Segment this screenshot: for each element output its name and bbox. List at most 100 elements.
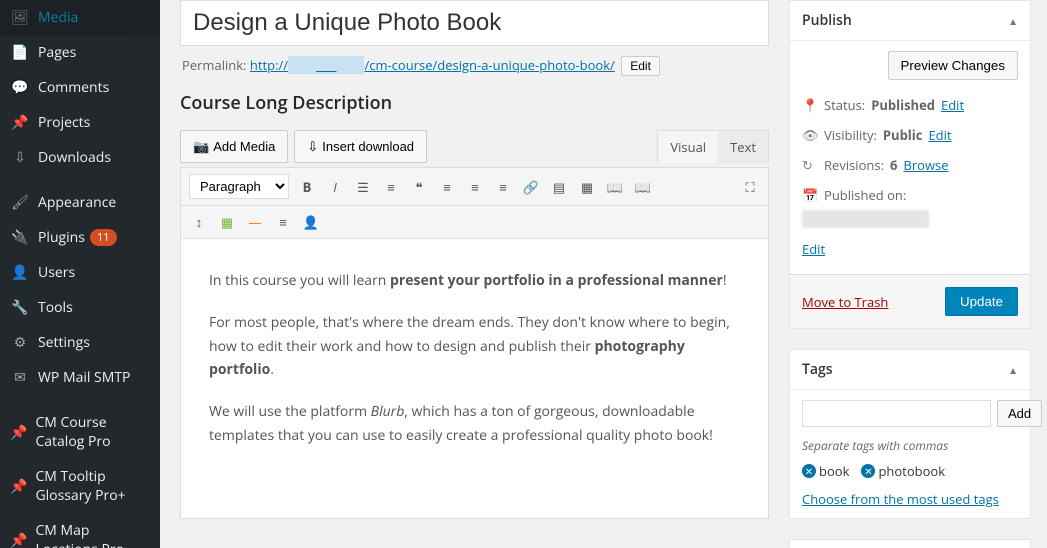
sidebar-item-plugins[interactable]: 🔌 Plugins 11	[0, 220, 160, 255]
sidebar-item-cm-tooltip[interactable]: 📌 CM Tooltip Glossary Pro+	[0, 459, 160, 513]
sidebar-item-label: Users	[38, 263, 75, 282]
editor-tab-visual[interactable]: Visual	[658, 131, 718, 163]
bold-button[interactable]: B	[297, 177, 317, 197]
sort-icon[interactable]: ↕	[189, 212, 209, 232]
eye-icon: 👁	[802, 126, 818, 144]
caret-up-icon: ▲	[1008, 363, 1018, 377]
sidebar-item-tools[interactable]: 🔧Tools	[0, 290, 160, 325]
sidebar-item-settings[interactable]: ⚙ Settings	[0, 325, 160, 360]
sidebar-item-pages[interactable]: 📄 Pages	[0, 35, 160, 70]
publish-heading[interactable]: Publish▲	[790, 1, 1030, 41]
fullscreen-button[interactable]: ⛶	[740, 177, 760, 197]
sidebar-item-label: Downloads	[38, 148, 111, 167]
mail-icon: ✉	[10, 368, 30, 387]
more-tag-button[interactable]: ▤	[549, 177, 569, 197]
move-to-trash-link[interactable]: Move to Trash	[802, 293, 888, 311]
downloads-icon: ⇩	[10, 148, 30, 167]
remove-tag-icon[interactable]: ✕	[802, 464, 816, 478]
preview-changes-button[interactable]: Preview Changes	[888, 51, 1018, 80]
admin-sidebar: 🖼Media 📄 Pages 💬Comments 📌Projects ⇩ Downl…	[0, 0, 160, 548]
edit-date-link[interactable]: Edit	[802, 240, 825, 258]
bullet-list-button[interactable]: ☰	[353, 177, 373, 197]
main-content: Permalink: http://xxx/cm-course/design-a…	[160, 0, 789, 548]
tags-metabox: Tags▲ Add Separate tags with commas ✕boo…	[789, 349, 1031, 519]
format-select[interactable]: Paragraph	[189, 174, 289, 199]
tag-input[interactable]	[802, 400, 991, 427]
sliders-icon: ⚙	[10, 333, 30, 352]
plug-icon: 🔌	[10, 228, 30, 247]
content-editor[interactable]: In this course you will learn present yo…	[180, 239, 769, 519]
pin-icon: 📌	[10, 477, 27, 496]
blockquote-button[interactable]: ❝	[409, 177, 429, 197]
projects-icon: 📌	[10, 113, 30, 132]
sidebar-item-label: Appearance	[38, 193, 116, 212]
tag-item: ✕book	[802, 462, 849, 480]
update-button[interactable]: Update	[945, 287, 1018, 316]
sidebar-item-label: Tools	[38, 298, 73, 317]
editor-toolbar-row1: Paragraph B I ☰ ≡ ❝ ≡ ≡ ≡ 🔗 ▤ ▦ 📖 📖 ⛶	[180, 167, 769, 206]
edit-status-link[interactable]: Edit	[941, 96, 964, 114]
edit-permalink-button[interactable]: Edit	[621, 56, 660, 76]
glossary-icon[interactable]: 📖	[605, 177, 625, 197]
glossary-icon-2[interactable]: 📖	[633, 177, 653, 197]
plugin-count-badge: 11	[90, 229, 117, 246]
hr-icon[interactable]: —	[245, 212, 265, 232]
sidebar-item-projects[interactable]: 📌Projects	[0, 105, 160, 140]
categories-metabox: Course Categories▲ All Course Categories…	[789, 539, 1031, 548]
pin-icon: 📍	[802, 96, 818, 114]
publish-metabox: Publish▲ Preview Changes 📍Status: Publis…	[789, 0, 1031, 329]
permalink-row: Permalink: http://xxx/cm-course/design-a…	[182, 56, 769, 76]
insert-download-button[interactable]: ⇩Insert download	[294, 130, 427, 163]
brush-icon: 🖌	[10, 193, 30, 212]
edit-visibility-link[interactable]: Edit	[928, 126, 951, 144]
tags-heading[interactable]: Tags▲	[790, 350, 1030, 390]
caret-up-icon: ▲	[1008, 14, 1018, 28]
sidebar-item-appearance[interactable]: 🖌 Appearance	[0, 185, 160, 220]
add-tag-button[interactable]: Add	[997, 400, 1042, 427]
pages-icon: 📄	[10, 43, 30, 62]
italic-button[interactable]: I	[325, 177, 345, 197]
align-left-button[interactable]: ≡	[437, 177, 457, 197]
align-right-button[interactable]: ≡	[493, 177, 513, 197]
publish-date-redacted: x	[802, 210, 929, 228]
tag-item: ✕photobook	[861, 462, 945, 480]
pin-icon: 📌	[10, 531, 27, 548]
tag-hint: Separate tags with commas	[802, 437, 1018, 454]
permalink-link[interactable]: http://xxx/cm-course/design-a-unique-pho…	[250, 56, 615, 74]
add-media-button[interactable]: 📷Add Media	[180, 130, 288, 163]
camera-icon: 📷	[193, 139, 209, 155]
sidebar-item-label: CM Map Locations Pro	[35, 521, 150, 548]
sidebar-item-label: Pages	[38, 43, 76, 62]
browse-revisions-link[interactable]: Browse	[903, 156, 948, 174]
post-title-input[interactable]	[180, 0, 769, 46]
sidebar-item-smtp[interactable]: ✉WP Mail SMTP	[0, 360, 160, 395]
user-lock-icon[interactable]: 👤	[301, 212, 321, 232]
sidebar-item-comments[interactable]: 💬Comments	[0, 70, 160, 105]
sidebar-item-label: Media	[38, 8, 78, 27]
remove-tag-icon[interactable]: ✕	[861, 464, 875, 478]
permalink-label: Permalink:	[182, 56, 246, 74]
editor-tab-text[interactable]: Text	[718, 131, 768, 163]
choose-tags-link[interactable]: Choose from the most used tags	[802, 490, 999, 508]
sidebar-item-cm-map[interactable]: 📌 CM Map Locations Pro	[0, 513, 160, 548]
permalink-domain-redacted: xxx	[288, 56, 364, 74]
sidebar-item-label: CM Tooltip Glossary Pro+	[35, 467, 150, 505]
revisions-icon: ↻	[802, 156, 818, 174]
comments-icon: 💬	[10, 78, 30, 97]
categories-heading[interactable]: Course Categories▲	[790, 540, 1030, 548]
number-list-button[interactable]: ≡	[381, 177, 401, 197]
sidebar-right: Publish▲ Preview Changes 📍Status: Publis…	[789, 0, 1047, 548]
sidebar-item-downloads[interactable]: ⇩ Downloads	[0, 140, 160, 175]
sidebar-item-label: Plugins	[38, 228, 85, 247]
align-center-button[interactable]: ≡	[465, 177, 485, 197]
link-button[interactable]: 🔗	[521, 177, 541, 197]
sidebar-item-label: Settings	[38, 333, 90, 352]
sidebar-item-media[interactable]: 🖼Media	[0, 0, 160, 35]
editor-toolbar-row2: ↕ ▦ — ≡ 👤	[180, 206, 769, 239]
apps-icon[interactable]: ▦	[217, 212, 237, 232]
calendar-icon: 📅	[802, 186, 818, 204]
list-icon[interactable]: ≡	[273, 212, 293, 232]
sidebar-item-users[interactable]: 👤Users	[0, 255, 160, 290]
toolbar-toggle-button[interactable]: ▦	[577, 177, 597, 197]
sidebar-item-cm-course[interactable]: 📌CM Course Catalog Pro	[0, 405, 160, 459]
